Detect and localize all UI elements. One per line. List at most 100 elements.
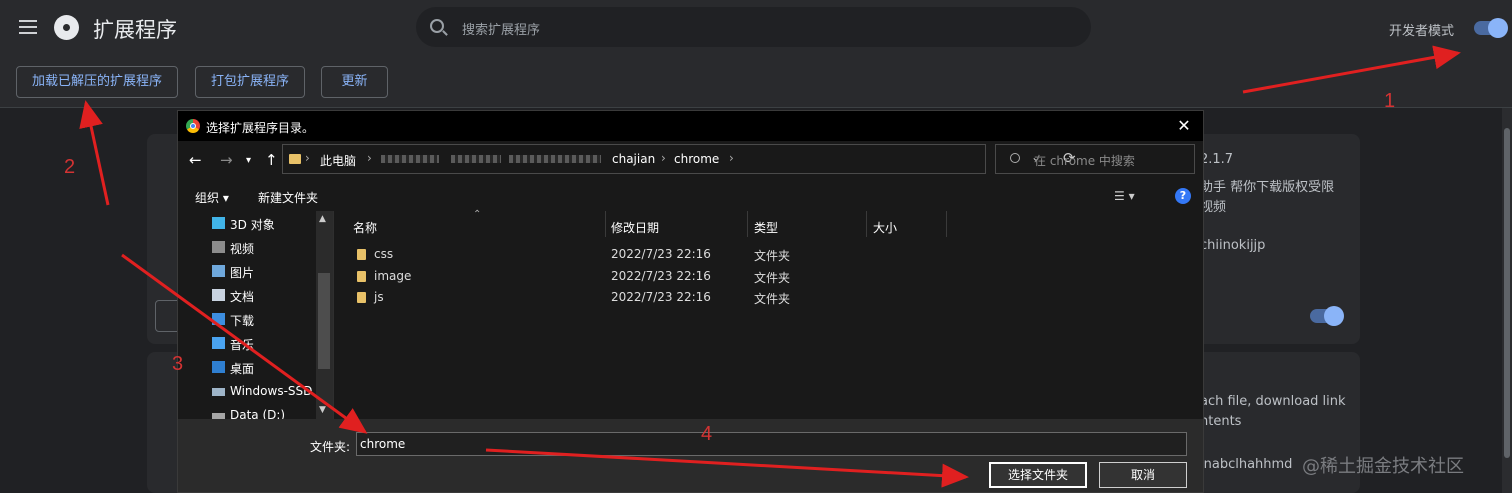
blurred-path [451, 155, 501, 163]
address-bar[interactable]: › 此电脑 › chajian › chrome › ⌄ ⟳ [282, 144, 1076, 174]
3d-objects-icon [212, 217, 225, 229]
scroll-down-icon[interactable]: ▼ [319, 405, 326, 415]
file-row[interactable]: js 2022/7/23 22:16 文件夹 [335, 287, 1201, 309]
update-button[interactable]: 更新 [321, 66, 388, 98]
blurred-path [509, 155, 601, 163]
breadcrumb-chrome[interactable]: chrome [674, 152, 719, 166]
sort-ascending-icon: ⌃ [473, 209, 482, 220]
chrome-icon [186, 119, 200, 133]
chevron-right-icon: › [729, 151, 734, 165]
extension-id: jnabclhahhmd [1200, 457, 1293, 472]
view-options-icon[interactable]: ☰ ▾ [1114, 189, 1135, 203]
arrow-to-load-unpacked [79, 100, 110, 206]
file-row[interactable]: css 2022/7/23 22:16 文件夹 [335, 244, 1201, 266]
breadcrumb-this-pc[interactable]: 此电脑 [320, 152, 356, 169]
help-icon[interactable]: ? [1175, 188, 1191, 204]
annotation-number-3: 3 [172, 353, 184, 375]
annotation-number-1: 1 [1384, 90, 1396, 112]
column-header-size[interactable]: 大小 [873, 219, 897, 236]
file-type: 文件夹 [754, 292, 791, 306]
search-icon [430, 19, 444, 33]
column-header-name[interactable]: 名称 [353, 219, 377, 236]
select-folder-dialog: 选择扩展程序目录。 ✕ ← → ▾ ↑ › 此电脑 › chajian › ch… [177, 110, 1204, 493]
back-arrow-icon[interactable]: ← [189, 151, 202, 169]
file-type: 文件夹 [754, 249, 791, 263]
extension-id: chiinokijjp [1200, 238, 1266, 253]
forward-arrow-icon[interactable]: → [220, 151, 233, 169]
file-list-pane: ⌃ 名称 修改日期 类型 大小 css 2022/7/23 22:16 文件夹 … [335, 209, 1201, 419]
video-icon [212, 241, 225, 253]
extension-description: ach file, download link [1200, 394, 1346, 409]
column-divider[interactable] [747, 211, 748, 237]
search-placeholder: 搜索扩展程序 [462, 23, 541, 38]
column-header-type[interactable]: 类型 [754, 219, 778, 236]
folder-search-input[interactable]: 在 chrome 中搜索 [995, 144, 1195, 174]
music-icon [212, 337, 225, 349]
breadcrumb-chajian[interactable]: chajian [612, 152, 655, 166]
column-divider[interactable] [605, 211, 606, 237]
folder-icon [357, 292, 366, 303]
file-name: image [374, 269, 412, 283]
folder-icon [357, 271, 366, 282]
extension-description: 助手 帮你下载版权受限 [1200, 180, 1335, 195]
annotation-number-2: 2 [64, 156, 76, 178]
documents-icon [212, 289, 225, 301]
hamburger-menu-icon[interactable] [19, 20, 37, 34]
pack-extension-button[interactable]: 打包扩展程序 [195, 66, 305, 98]
organize-button[interactable]: 组织 ▾ [195, 189, 229, 206]
watermark: @稀土掘金技术社区 [1302, 456, 1464, 477]
dev-mode-label: 开发者模式 [1389, 24, 1455, 39]
page-scrollbar[interactable] [1502, 108, 1512, 493]
dialog-navbar: ← → ▾ ↑ › 此电脑 › chajian › chrome › ⌄ ⟳ 在… [178, 141, 1203, 181]
search-input[interactable]: 搜索扩展程序 [416, 7, 1091, 47]
dialog-title: 选择扩展程序目录。 [206, 121, 315, 135]
pictures-icon [212, 265, 225, 277]
file-modified: 2022/7/23 22:16 [611, 247, 711, 261]
file-name: css [374, 247, 394, 261]
navigation-pane: 3D 对象 视频 图片 文档 下载 音乐 桌面 Windows-SSD (Da… [178, 211, 334, 422]
search-icon [1010, 153, 1020, 163]
recent-dropdown-icon[interactable]: ▾ [246, 155, 251, 166]
chevron-right-icon: › [305, 151, 310, 165]
dev-toolbar: 加载已解压的扩展程序 打包扩展程序 更新 [0, 56, 1512, 108]
extension-enable-toggle[interactable] [1310, 306, 1344, 326]
chevron-right-icon: › [367, 151, 372, 165]
up-arrow-icon[interactable]: ↑ [265, 151, 278, 169]
nav-pane-scrollbar[interactable]: ▲ ▼ [316, 211, 333, 419]
annotation-number-4: 4 [701, 423, 713, 445]
folder-field-label: 文件夹: [310, 440, 351, 454]
extension-description-2: ntents [1200, 414, 1242, 429]
chrome-logo-icon [54, 15, 79, 40]
blurred-path [381, 155, 439, 163]
scroll-thumb[interactable] [318, 273, 330, 369]
column-divider[interactable] [866, 211, 867, 237]
drive-icon [212, 388, 225, 396]
new-folder-button[interactable]: 新建文件夹 [258, 189, 318, 206]
close-icon[interactable]: ✕ [1173, 115, 1195, 137]
page-title: 扩展程序 [93, 18, 177, 42]
chevron-right-icon: › [661, 151, 666, 165]
folder-icon [357, 249, 366, 260]
dialog-titlebar: 选择扩展程序目录。 ✕ [178, 111, 1203, 141]
dialog-footer: 文件夹: chrome 选择文件夹 取消 [178, 419, 1203, 492]
downloads-icon [212, 313, 225, 325]
file-type: 文件夹 [754, 271, 791, 285]
column-divider[interactable] [946, 211, 947, 237]
screen: { "header": { "title": "扩展程序", "search_p… [0, 0, 1512, 493]
scroll-up-icon[interactable]: ▲ [319, 214, 326, 224]
extension-version: 2.1.7 [1200, 152, 1234, 167]
file-name: js [374, 290, 384, 304]
cancel-button[interactable]: 取消 [1099, 462, 1187, 488]
load-unpacked-button[interactable]: 加载已解压的扩展程序 [16, 66, 178, 98]
folder-name-input[interactable]: chrome [356, 432, 1187, 456]
extensions-header: 扩展程序 搜索扩展程序 开发者模式 [0, 0, 1512, 56]
select-folder-button[interactable]: 选择文件夹 [989, 462, 1087, 488]
desktop-icon [212, 361, 225, 373]
column-header-modified[interactable]: 修改日期 [611, 219, 659, 236]
dialog-command-bar: 组织 ▾ 新建文件夹 ☰ ▾ ? [178, 181, 1203, 211]
folder-icon [289, 154, 301, 164]
file-modified: 2022/7/23 22:16 [611, 290, 711, 304]
file-row[interactable]: image 2022/7/23 22:16 文件夹 [335, 266, 1201, 288]
file-modified: 2022/7/23 22:16 [611, 269, 711, 283]
dev-mode-toggle[interactable] [1474, 18, 1508, 38]
